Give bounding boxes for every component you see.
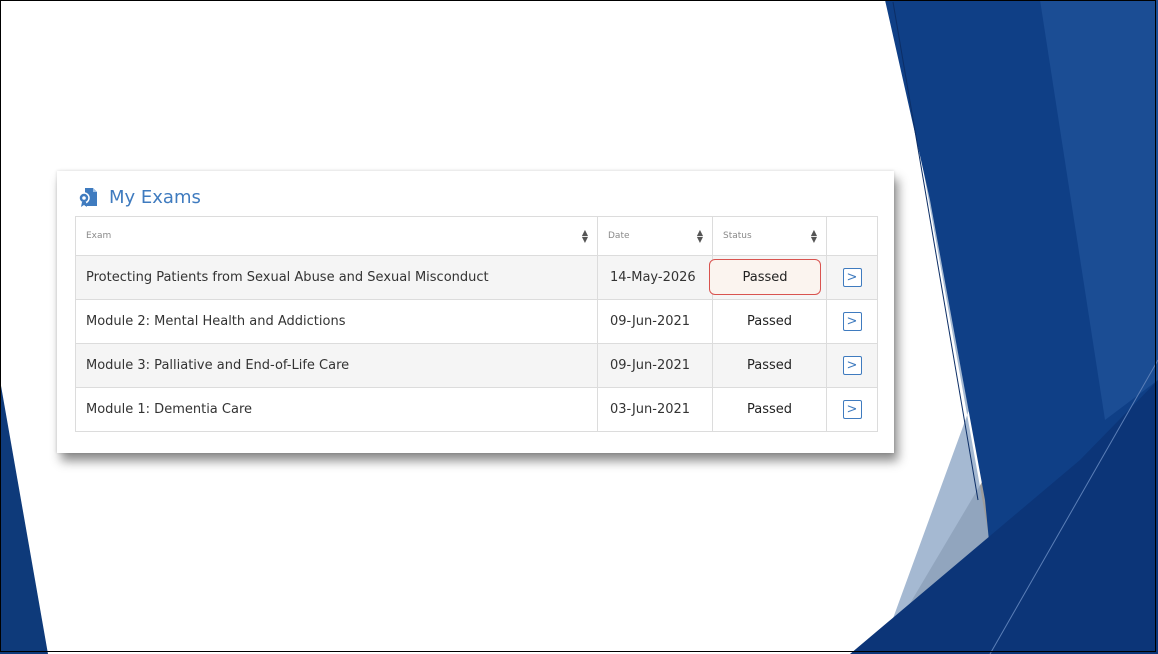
exam-name: Module 3: Palliative and End-of-Life Car… bbox=[75, 343, 598, 388]
view-exam-button[interactable]: > bbox=[842, 268, 862, 287]
column-label-exam: Exam bbox=[86, 231, 112, 241]
sort-icon[interactable]: ▲ ▼ bbox=[697, 229, 703, 244]
exam-name: Protecting Patients from Sexual Abuse an… bbox=[75, 255, 598, 300]
exam-status: Passed bbox=[712, 387, 827, 432]
exam-status: Passed bbox=[742, 269, 788, 285]
exam-date: 09-Jun-2021 bbox=[597, 299, 713, 344]
exam-date: 03-Jun-2021 bbox=[597, 387, 713, 432]
table-row: Module 3: Palliative and End-of-Life Car… bbox=[75, 343, 878, 388]
my-exams-panel: My Exams Exam ▲ ▼ Date ▲ ▼ Status ▲ ▼ Pr… bbox=[57, 171, 894, 453]
panel-header: My Exams bbox=[77, 183, 201, 211]
chevron-right-icon: > bbox=[846, 402, 858, 417]
sort-icon[interactable]: ▲ ▼ bbox=[582, 229, 588, 244]
action-cell: > bbox=[826, 255, 878, 300]
column-header-status[interactable]: Status ▲ ▼ bbox=[712, 216, 827, 256]
view-exam-button[interactable]: > bbox=[842, 312, 862, 331]
exam-document-icon bbox=[78, 188, 97, 207]
table-row: Module 2: Mental Health and Addictions 0… bbox=[75, 299, 878, 344]
column-header-action bbox=[826, 216, 878, 256]
table-header-row: Exam ▲ ▼ Date ▲ ▼ Status ▲ ▼ bbox=[75, 216, 878, 256]
action-cell: > bbox=[826, 343, 878, 388]
chevron-right-icon: > bbox=[846, 358, 858, 373]
exam-status: Passed bbox=[712, 299, 827, 344]
table-row: Module 1: Dementia Care 03-Jun-2021 Pass… bbox=[75, 387, 878, 432]
chevron-right-icon: > bbox=[846, 314, 858, 329]
column-header-date[interactable]: Date ▲ ▼ bbox=[597, 216, 713, 256]
exam-date: 14-May-2026 bbox=[597, 255, 713, 300]
view-exam-button[interactable]: > bbox=[842, 400, 862, 419]
chevron-right-icon: > bbox=[846, 270, 858, 285]
sort-icon[interactable]: ▲ ▼ bbox=[811, 229, 817, 244]
column-header-exam[interactable]: Exam ▲ ▼ bbox=[75, 216, 598, 256]
status-highlight-box: Passed bbox=[709, 259, 821, 295]
view-exam-button[interactable]: > bbox=[842, 356, 862, 375]
left-blue-shape bbox=[0, 380, 48, 654]
column-label-status: Status bbox=[723, 231, 752, 241]
exam-date: 09-Jun-2021 bbox=[597, 343, 713, 388]
action-cell: > bbox=[826, 299, 878, 344]
table-row: Protecting Patients from Sexual Abuse an… bbox=[75, 255, 878, 300]
exam-name: Module 1: Dementia Care bbox=[75, 387, 598, 432]
exam-name: Module 2: Mental Health and Addictions bbox=[75, 299, 598, 344]
exam-status-cell: Passed bbox=[709, 255, 827, 300]
panel-title: My Exams bbox=[109, 186, 201, 208]
column-label-date: Date bbox=[608, 231, 630, 241]
exam-status: Passed bbox=[712, 343, 827, 388]
action-cell: > bbox=[826, 387, 878, 432]
exams-table: Exam ▲ ▼ Date ▲ ▼ Status ▲ ▼ Protecting Pat… bbox=[75, 216, 878, 432]
